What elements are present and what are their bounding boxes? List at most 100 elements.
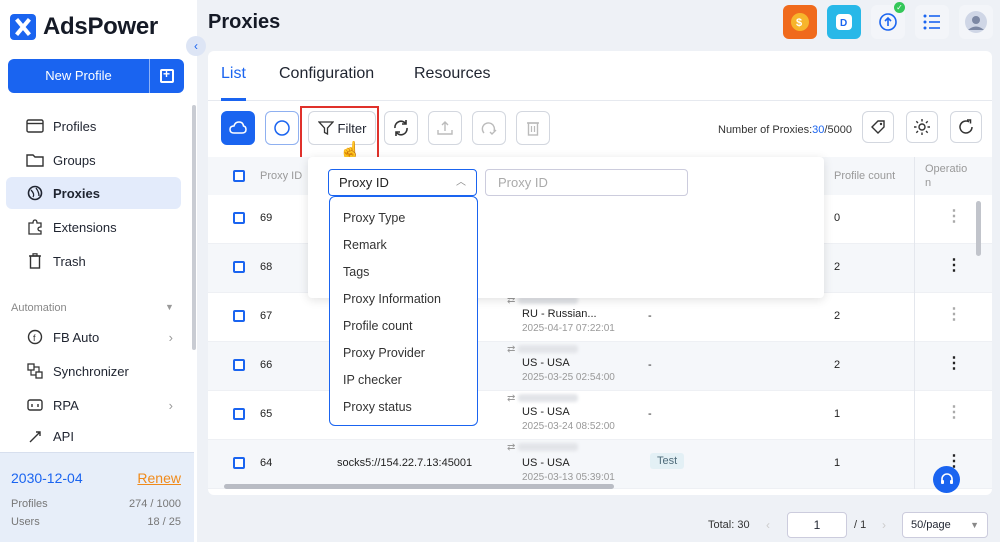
new-profile-button[interactable]: New Profile [8, 59, 149, 93]
collapse-sidebar-button[interactable]: ‹ [186, 36, 206, 56]
swap-icon: ⇄ [507, 344, 579, 355]
add-square-icon [160, 67, 174, 83]
cloud-icon [229, 121, 247, 134]
row-checkbox[interactable] [233, 212, 245, 224]
header-proxy-id: Proxy ID [260, 170, 303, 182]
sync-icon [26, 363, 44, 379]
row-proxy-id: 67 [260, 310, 273, 322]
row-location: US - USA [522, 457, 570, 469]
dropdown-option[interactable]: Proxy status [330, 394, 477, 421]
dropdown-option[interactable]: Tags [330, 259, 477, 286]
row-location: US - USA [522, 406, 570, 418]
task-list-icon[interactable] [915, 5, 949, 39]
dropdown-option[interactable]: Proxy Information [330, 286, 477, 313]
row-profile-count: 2 [834, 359, 841, 371]
brand-logo[interactable]: AdsPower [10, 13, 158, 41]
next-page-icon[interactable]: › [882, 518, 886, 532]
row-location: RU - Russian... [522, 308, 597, 320]
row-checkbox[interactable] [233, 408, 245, 420]
row-date: 2025-04-17 07:22:01 [522, 323, 615, 334]
dropdown-option[interactable]: Proxy Provider [330, 340, 477, 367]
row-remark: - [648, 359, 652, 371]
reload-button[interactable] [950, 111, 982, 143]
sidebar-item-api[interactable]: API [6, 423, 181, 443]
table-row[interactable]: 64 socks5://154.22.7.13:45001 ⇄ US - USA… [208, 440, 992, 489]
tab-resources[interactable]: Resources [414, 65, 490, 83]
api-icon [26, 429, 44, 443]
settings-button[interactable] [906, 111, 938, 143]
puzzle-icon [26, 219, 44, 235]
svg-text:$: $ [796, 17, 802, 29]
trash-icon [26, 253, 44, 269]
table-row[interactable]: 65 ⇄ US - USA 2025-03-24 08:52:00 - 1 ⋮ [208, 391, 992, 440]
update-icon[interactable]: ✓ [871, 2, 905, 39]
tag-button[interactable] [862, 111, 894, 143]
page-number-input[interactable]: 1 [787, 512, 847, 538]
sidebar-item-synchronizer[interactable]: Synchronizer [6, 355, 181, 387]
row-proxy-id: 69 [260, 212, 273, 224]
caret-down-icon[interactable]: ▼ [165, 302, 174, 312]
coin-app-icon[interactable]: $ [783, 5, 817, 39]
new-profile-button-group: New Profile [8, 59, 184, 93]
sidebar-item-label: API [53, 429, 74, 443]
plan-users-row: Users 18 / 25 [11, 516, 181, 528]
plan-users-value: 18 / 25 [147, 516, 181, 528]
table-horizontal-scrollbar[interactable] [224, 484, 614, 489]
proxy-check-icon [481, 122, 497, 135]
user-avatar-icon[interactable] [959, 5, 993, 39]
sidebar-item-label: Proxies [53, 185, 100, 201]
table-vertical-scrollbar[interactable] [976, 201, 981, 256]
trash-icon [527, 122, 539, 136]
cloud-button[interactable] [221, 111, 255, 145]
sidebar-item-fb-auto[interactable]: f FB Auto › [6, 321, 181, 353]
row-checkbox[interactable] [233, 261, 245, 273]
row-checkbox[interactable] [233, 359, 245, 371]
dropdown-option[interactable]: Proxy Type [330, 205, 477, 232]
sidebar-item-label: FB Auto [53, 329, 100, 345]
dropdown-option[interactable]: Remark [330, 232, 477, 259]
sidebar-scrollbar[interactable] [192, 105, 196, 350]
automation-section-label: Automation [11, 302, 67, 314]
tab-configuration[interactable]: Configuration [279, 65, 374, 83]
row-proxy-id: 64 [260, 457, 273, 469]
row-checkbox[interactable] [233, 457, 245, 469]
sidebar-item-trash[interactable]: Trash [6, 245, 181, 277]
dropdown-option[interactable]: Profile count [330, 313, 477, 340]
sidebar-item-profiles[interactable]: Profiles [6, 110, 181, 142]
search-button[interactable] [265, 111, 299, 145]
export-button[interactable] [428, 111, 462, 145]
sidebar-item-label: Synchronizer [53, 363, 129, 379]
sidebar-item-proxies[interactable]: Proxies [6, 177, 181, 209]
sidebar-item-groups[interactable]: Groups [6, 144, 181, 176]
sidebar-item-extensions[interactable]: Extensions [6, 211, 181, 243]
row-proxy-id: 66 [260, 359, 273, 371]
page-size-value: 50/page [911, 519, 951, 531]
table-row[interactable]: 67 ⇄ RU - Russian... 2025-04-17 07:22:01… [208, 293, 992, 342]
svg-text:D: D [840, 18, 847, 29]
batch-add-button[interactable] [149, 59, 184, 93]
filter-value-input[interactable]: Proxy ID [485, 169, 688, 196]
chevron-up-icon: ︿ [456, 177, 466, 188]
check-proxy-button[interactable] [472, 111, 506, 145]
refresh-proxies-button[interactable] [384, 111, 418, 145]
tab-bar: List Configuration Resources [208, 51, 992, 101]
header-profile-count: Profile count [834, 170, 896, 182]
filter-field-select[interactable]: Proxy ID ︿ [328, 169, 477, 196]
plan-profiles-value: 274 / 1000 [129, 498, 181, 510]
chevron-right-icon: › [168, 329, 173, 345]
prev-page-icon[interactable]: ‹ [766, 518, 770, 532]
browser-app-icon[interactable]: D [827, 5, 861, 39]
row-checkbox[interactable] [233, 310, 245, 322]
row-proxy-id: 68 [260, 261, 273, 273]
renew-link[interactable]: Renew [137, 470, 181, 486]
row-profile-count: 1 [834, 457, 841, 469]
sidebar-item-rpa[interactable]: RPA › [6, 389, 181, 421]
support-chat-button[interactable] [933, 466, 960, 493]
plan-info: 2030-12-04 Renew Profiles 274 / 1000 Use… [0, 452, 194, 542]
table-row[interactable]: 66 ⇄ US - USA 2025-03-25 02:54:00 - 2 ⋮ [208, 342, 992, 391]
delete-button[interactable] [516, 111, 550, 145]
tab-list[interactable]: List [221, 65, 246, 83]
page-size-select[interactable]: 50/page ▼ [902, 512, 988, 538]
select-all-checkbox[interactable] [233, 170, 245, 182]
dropdown-option[interactable]: IP checker [330, 367, 477, 394]
